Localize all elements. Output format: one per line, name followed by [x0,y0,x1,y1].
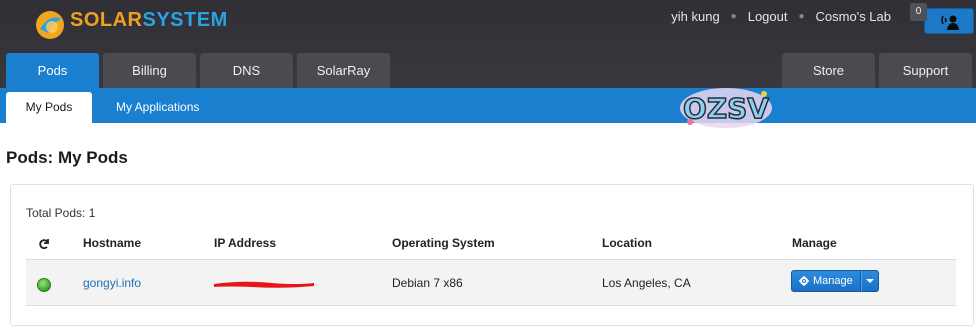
separator-dot: ● [798,11,805,22]
separator-dot: ● [730,11,737,22]
subtab-my-applications[interactable]: My Applications [116,92,199,123]
account-links: yih kung ● Logout ● Cosmo's Lab [671,9,891,24]
column-manage: Manage [792,236,837,250]
sub-navigation: My Pods My Applications [0,88,976,123]
sun-logo-icon [36,11,64,39]
sticker-text: OZSV [683,92,769,125]
column-ip-address: IP Address [214,236,277,250]
gear-icon [799,276,809,286]
column-location: Location [602,236,652,250]
total-pods-count: Total Pods: 1 [26,206,96,220]
logo-system-text: SYSTEM [142,9,228,31]
logo-wordmark: SOLARSYSTEM [70,9,228,32]
column-operating-system: Operating System [392,236,495,250]
manage-button-group: Manage [791,270,879,292]
user-link[interactable]: yih kung [671,9,719,24]
tab-solarray[interactable]: SolarRay [297,53,390,88]
operating-system-value: Debian 7 x86 [392,276,463,290]
table-row: gongyi.info Debian 7 x86 Los Angeles, CA… [26,259,956,306]
logout-link[interactable]: Logout [748,9,788,24]
hostname-link[interactable]: gongyi.info [83,276,141,290]
lab-link[interactable]: Cosmo's Lab [816,9,891,24]
logo-solar-text: SOLAR [70,9,143,31]
manage-dropdown-toggle[interactable] [860,270,879,292]
redacted-ip-address [214,281,314,288]
notification-icon [941,15,959,30]
notification-button[interactable] [924,8,974,34]
refresh-icon[interactable] [38,238,50,250]
solarsystem-logo[interactable]: SOLARSYSTEM [30,5,230,41]
notification-count-badge: 0 [910,3,927,21]
location-value: Los Angeles, CA [602,276,691,290]
table-header: Hostname IP Address Operating System Loc… [26,228,956,258]
status-online-icon [37,278,51,292]
ozsv-sticker-graphic: OZSV [680,88,772,128]
tab-pods[interactable]: Pods [6,53,99,88]
manage-button-label: Manage [813,275,853,287]
column-hostname: Hostname [83,236,142,250]
tab-store[interactable]: Store [782,53,875,88]
tab-dns[interactable]: DNS [200,53,293,88]
manage-button[interactable]: Manage [791,270,861,292]
subtab-my-pods[interactable]: My Pods [6,92,92,123]
tab-billing[interactable]: Billing [103,53,196,88]
tab-support[interactable]: Support [879,53,972,88]
pods-panel: Total Pods: 1 Hostname IP Address Operat… [10,184,974,326]
page-title: Pods: My Pods [6,148,128,167]
